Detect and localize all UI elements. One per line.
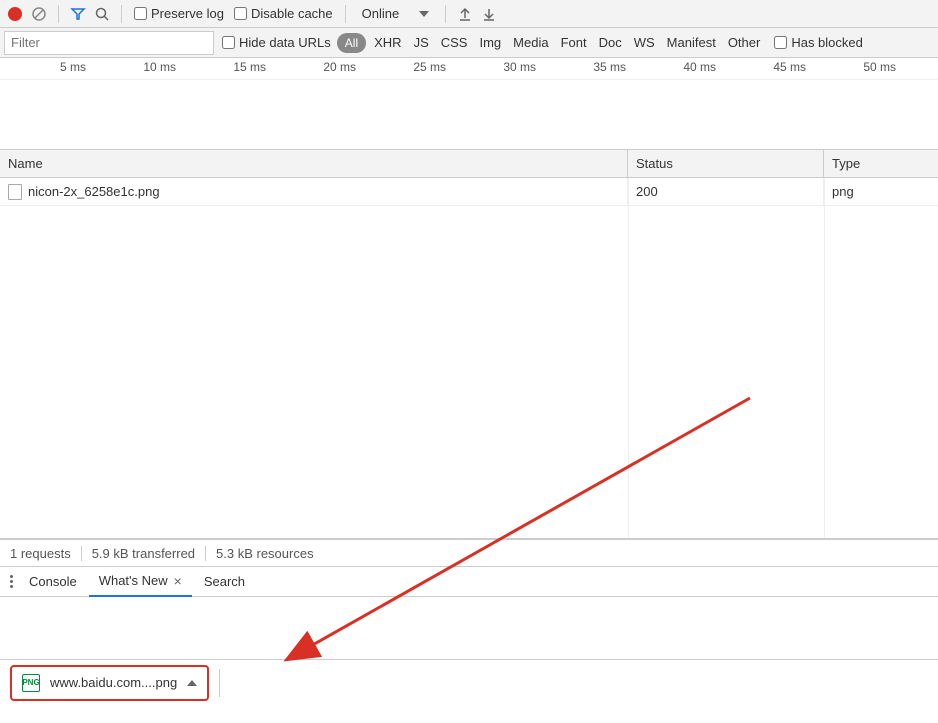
summary-resources: 5.3 kB resources xyxy=(206,546,324,561)
close-icon[interactable]: × xyxy=(174,573,182,589)
hide-data-urls-label: Hide data URLs xyxy=(239,35,331,50)
type-filter-manifest[interactable]: Manifest xyxy=(661,35,722,50)
tab-whats-new-label: What's New xyxy=(99,573,168,588)
type-filter-img[interactable]: Img xyxy=(473,35,507,50)
has-blocked-input[interactable] xyxy=(774,36,787,49)
timeline-tick: 40 ms xyxy=(683,60,716,74)
disable-cache-label: Disable cache xyxy=(251,6,333,21)
divider xyxy=(445,5,446,23)
type-filter-js[interactable]: JS xyxy=(408,35,435,50)
table-row[interactable]: nicon-2x_6258e1c.png 200 png xyxy=(0,178,938,206)
hide-data-urls-checkbox[interactable]: Hide data URLs xyxy=(218,35,335,50)
type-filter-all[interactable]: All xyxy=(337,33,366,53)
type-filter-doc[interactable]: Doc xyxy=(593,35,628,50)
preserve-log-input[interactable] xyxy=(134,7,147,20)
network-toolbar: Preserve log Disable cache Online xyxy=(0,0,938,28)
ban-icon xyxy=(31,6,47,22)
summary-bar: 1 requests 5.9 kB transferred 5.3 kB res… xyxy=(0,539,938,567)
timeline-tick: 50 ms xyxy=(863,60,896,74)
tab-console[interactable]: Console xyxy=(19,568,87,595)
timeline-tick: 5 ms xyxy=(60,60,86,74)
throttling-value: Online xyxy=(362,6,400,21)
preserve-log-checkbox[interactable]: Preserve log xyxy=(130,6,228,21)
record-button[interactable] xyxy=(4,3,26,25)
upload-icon xyxy=(457,6,473,22)
more-tabs-button[interactable] xyxy=(6,571,17,592)
col-header-name[interactable]: Name xyxy=(0,150,628,177)
timeline-tick: 10 ms xyxy=(143,60,176,74)
divider xyxy=(219,669,220,697)
col-divider xyxy=(628,178,629,538)
hide-data-urls-input[interactable] xyxy=(222,36,235,49)
type-filter-xhr[interactable]: XHR xyxy=(368,35,407,50)
tab-search[interactable]: Search xyxy=(194,568,255,595)
file-icon xyxy=(8,184,22,200)
timeline-tick: 25 ms xyxy=(413,60,446,74)
chevron-up-icon xyxy=(187,680,197,686)
type-filter-css[interactable]: CSS xyxy=(435,35,474,50)
request-name: nicon-2x_6258e1c.png xyxy=(28,184,160,199)
timeline[interactable]: 5 ms 10 ms 15 ms 20 ms 25 ms 30 ms 35 ms… xyxy=(0,58,938,150)
search-icon xyxy=(94,6,110,22)
throttling-select[interactable]: Online xyxy=(354,6,438,21)
png-file-icon: PNG xyxy=(22,674,40,692)
filter-input[interactable] xyxy=(4,31,214,55)
download-shelf: PNG www.baidu.com....png xyxy=(0,659,938,705)
download-icon xyxy=(481,6,497,22)
upload-har-button[interactable] xyxy=(454,3,476,25)
timeline-tick: 20 ms xyxy=(323,60,356,74)
divider xyxy=(345,5,346,23)
requests-table: Name Status Type nicon-2x_6258e1c.png 20… xyxy=(0,150,938,539)
divider xyxy=(121,5,122,23)
summary-requests: 1 requests xyxy=(10,546,82,561)
drawer-tabs: Console What's New × Search xyxy=(0,567,938,597)
filter-toggle[interactable] xyxy=(67,3,89,25)
timeline-tick: 30 ms xyxy=(503,60,536,74)
clear-button[interactable] xyxy=(28,3,50,25)
cell-status: 200 xyxy=(628,178,824,205)
disable-cache-checkbox[interactable]: Disable cache xyxy=(230,6,337,21)
funnel-icon xyxy=(70,6,86,22)
cell-type: png xyxy=(824,178,938,205)
type-filter-font[interactable]: Font xyxy=(555,35,593,50)
download-chip[interactable]: PNG www.baidu.com....png xyxy=(10,665,209,701)
summary-transferred: 5.9 kB transferred xyxy=(82,546,206,561)
col-divider xyxy=(824,178,825,538)
tab-search-label: Search xyxy=(204,574,245,589)
col-header-status[interactable]: Status xyxy=(628,150,824,177)
tab-whats-new[interactable]: What's New × xyxy=(89,567,192,597)
dropdown-icon xyxy=(419,11,429,17)
download-har-button[interactable] xyxy=(478,3,500,25)
search-toggle[interactable] xyxy=(91,3,113,25)
table-body: nicon-2x_6258e1c.png 200 png xyxy=(0,178,938,538)
col-header-type[interactable]: Type xyxy=(824,150,938,177)
disable-cache-input[interactable] xyxy=(234,7,247,20)
type-filter-other[interactable]: Other xyxy=(722,35,767,50)
type-filter-ws[interactable]: WS xyxy=(628,35,661,50)
table-header: Name Status Type xyxy=(0,150,938,178)
has-blocked-checkbox[interactable]: Has blocked xyxy=(770,35,867,50)
type-filter-media[interactable]: Media xyxy=(507,35,554,50)
timeline-tick: 35 ms xyxy=(593,60,626,74)
timeline-tick: 45 ms xyxy=(773,60,806,74)
has-blocked-label: Has blocked xyxy=(791,35,863,50)
timeline-tick: 15 ms xyxy=(233,60,266,74)
divider xyxy=(58,5,59,23)
preserve-log-label: Preserve log xyxy=(151,6,224,21)
download-filename: www.baidu.com....png xyxy=(50,675,177,690)
cell-name: nicon-2x_6258e1c.png xyxy=(0,178,628,205)
filter-bar: Hide data URLs All XHR JS CSS Img Media … xyxy=(0,28,938,58)
timeline-ruler: 5 ms 10 ms 15 ms 20 ms 25 ms 30 ms 35 ms… xyxy=(0,58,938,80)
tab-console-label: Console xyxy=(29,574,77,589)
